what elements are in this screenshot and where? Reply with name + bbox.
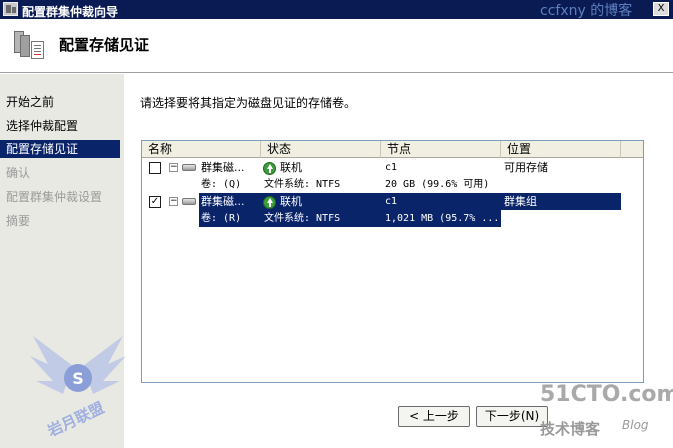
volume-size: 20 GB (99.6% 可用) (385, 179, 490, 190)
storage-volume-list[interactable]: 名称 状态 节点 位置 − 群集磁... 联机 c1 可用存储 卷: (Q) 文… (141, 140, 644, 383)
app-icon (3, 2, 18, 16)
blog-suffix-watermark: Blog (622, 418, 649, 432)
online-status-icon (263, 162, 276, 175)
disk-icon (182, 198, 196, 205)
list-header: 名称 状态 节点 位置 (142, 141, 643, 158)
witness-checkbox[interactable] (149, 162, 161, 174)
collapse-icon[interactable]: − (169, 163, 178, 172)
disk-location: 群集组 (504, 195, 537, 208)
collapse-icon[interactable]: − (169, 197, 178, 206)
column-location[interactable]: 位置 (501, 141, 621, 158)
volume-label: 卷: (Q) (201, 179, 242, 190)
disk-location: 可用存储 (504, 161, 548, 174)
page-title: 配置存储见证 (59, 36, 150, 54)
step-select-quorum[interactable]: 选择仲裁配置 (0, 117, 120, 135)
site-logo-watermark: S 岩月联盟 (30, 336, 126, 436)
disk-status: 联机 (280, 195, 302, 208)
disk-status: 联机 (280, 161, 302, 174)
column-status[interactable]: 状态 (261, 141, 381, 158)
volume-row-r[interactable]: ✓ − 群集磁... 联机 c1 群集组 卷: (R) 文件系统: NTFS 1… (142, 193, 643, 227)
title-bar: 配置群集仲裁向导 ccfxny 的博客 X (0, 0, 673, 19)
svg-text:S: S (72, 369, 84, 388)
filesystem-label: 文件系统: NTFS (264, 213, 341, 224)
site-watermark: 51CTO.com (540, 382, 673, 407)
column-name[interactable]: 名称 (142, 141, 261, 158)
online-status-icon (263, 196, 276, 209)
window-title: 配置群集仲裁向导 (22, 5, 119, 19)
close-button[interactable]: X (653, 2, 669, 16)
step-configure-witness[interactable]: 配置存储见证 (0, 140, 120, 158)
wizard-header: 配置存储见证 (0, 19, 673, 73)
disk-node: c1 (385, 196, 398, 207)
step-before-you-begin[interactable]: 开始之前 (0, 93, 120, 111)
volume-size: 1,021 MB (95.7% ... (385, 213, 500, 224)
column-node[interactable]: 节点 (381, 141, 501, 158)
cluster-storage-icon (14, 31, 44, 61)
step-configure-settings: 配置群集仲裁设置 (6, 190, 103, 204)
volume-label: 卷: (R) (201, 213, 242, 224)
instruction-text: 请选择要将其指定为磁盘见证的存储卷。 (140, 96, 357, 110)
disk-name: 群集磁... (201, 161, 245, 174)
disk-icon (182, 164, 196, 171)
step-summary: 摘要 (6, 214, 31, 228)
logo-text: 岩月联盟 (44, 399, 107, 436)
filesystem-label: 文件系统: NTFS (264, 179, 341, 190)
disk-name: 群集磁... (201, 195, 245, 208)
disk-node: c1 (385, 162, 398, 173)
blog-watermark: ccfxny 的博客 (540, 3, 633, 19)
back-button[interactable]: < 上一步 (398, 406, 470, 427)
witness-checkbox[interactable]: ✓ (149, 196, 161, 208)
volume-row-q[interactable]: − 群集磁... 联机 c1 可用存储 卷: (Q) 文件系统: NTFS 20… (142, 159, 643, 193)
blog-watermark-text: 技术博客 (540, 420, 601, 438)
step-confirm: 确认 (6, 166, 31, 180)
next-button[interactable]: 下一步(N) (476, 406, 548, 427)
